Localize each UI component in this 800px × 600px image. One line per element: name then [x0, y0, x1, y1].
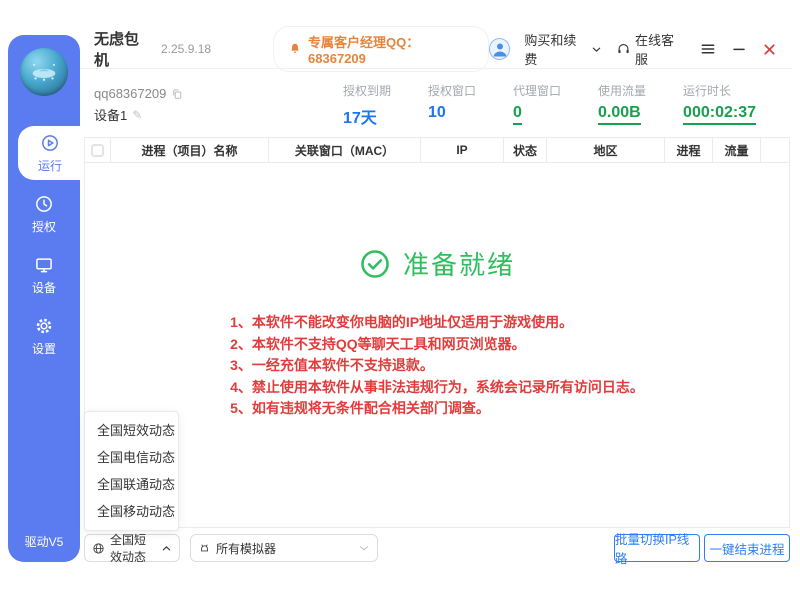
emulator-select[interactable]: 所有模拟器	[190, 534, 378, 562]
warning-item: 1、本软件不能改变你电脑的IP地址仅适用于游戏使用。	[230, 312, 644, 334]
copy-icon[interactable]	[171, 88, 183, 100]
stat-value: 17天	[343, 104, 391, 128]
column-traffic: 流量	[713, 138, 761, 162]
headset-icon	[616, 42, 631, 57]
driver-version-label: 驱动V5	[8, 533, 80, 550]
close-button[interactable]	[761, 41, 778, 58]
stat-value[interactable]: 000:02:37	[683, 104, 756, 125]
menu-item-mobile-dynamic[interactable]: 全国移动动态	[85, 498, 178, 525]
chevron-down-icon	[358, 542, 370, 554]
online-support-button[interactable]: 在线客服	[616, 30, 685, 68]
warning-list: 1、本软件不能改变你电脑的IP地址仅适用于游戏使用。 2、本软件不支持QQ等聊天…	[230, 312, 644, 420]
gear-icon	[34, 316, 54, 336]
column-process-name: 进程（项目）名称	[111, 138, 269, 162]
buy-renew-label: 购买和续费	[524, 30, 587, 68]
table-header: 进程（项目）名称 关联窗口（MAC） IP 状态 地区 进程 流量	[85, 138, 789, 163]
app-title: 无虑包机	[94, 28, 153, 70]
play-circle-icon	[40, 133, 60, 153]
sidebar-item-devices[interactable]: 设备	[8, 248, 80, 302]
sidebar-item-license[interactable]: 授权	[8, 187, 80, 241]
qq-notice: 专属客户经理QQ：68367209	[273, 26, 489, 72]
sidebar-item-label: 设备	[32, 279, 56, 296]
sidebar-item-run[interactable]: 运行	[18, 126, 82, 180]
warning-item: 5、如有违规将无条件配合相关部门调查。	[230, 398, 644, 420]
globe-icon	[92, 542, 105, 555]
buy-renew-button[interactable]: 购买和续费	[524, 30, 602, 68]
menu-item-short-dynamic[interactable]: 全国短效动态	[85, 417, 178, 444]
column-extra	[761, 138, 789, 162]
column-ip: IP	[421, 138, 504, 162]
minimize-button[interactable]	[731, 41, 747, 57]
sidebar-item-label: 授权	[32, 218, 56, 235]
stat-value[interactable]: 0	[513, 104, 522, 125]
avatar[interactable]	[489, 38, 510, 60]
sidebar-nav: 运行 授权 设备 设置	[8, 126, 80, 370]
line-select[interactable]: 全国短效动态	[84, 534, 180, 562]
column-process: 进程	[665, 138, 713, 162]
switch-ip-button[interactable]: 批量切换IP线路	[614, 534, 700, 562]
stat-value[interactable]: 0.00B	[598, 104, 641, 125]
stat-value: 10	[428, 104, 476, 122]
emulator-select-value: 所有模拟器	[216, 540, 276, 557]
qq-notice-text: 专属客户经理QQ：68367209	[308, 32, 474, 66]
titlebar: 无虑包机 2.25.9.18 专属客户经理QQ：68367209 购买和续费	[80, 30, 792, 69]
stat-bar: qq68367209 设备1 ✎ 授权到期 17天 授权窗口 10	[80, 69, 792, 135]
stat-license-expiry: 授权到期 17天	[343, 82, 391, 128]
column-window-mac: 关联窗口（MAC）	[269, 138, 421, 162]
line-select-menu: 全国短效动态 全国电信动态 全国联通动态 全国移动动态	[84, 411, 179, 531]
stat-proxy-windows: 代理窗口 0	[513, 82, 561, 128]
process-table: 进程（项目）名称 关联窗口（MAC） IP 状态 地区 进程 流量 准备就绪 1…	[84, 137, 790, 528]
sidebar-item-label: 设置	[32, 340, 56, 357]
menu-item-telecom-dynamic[interactable]: 全国电信动态	[85, 444, 178, 471]
edit-pencil-icon[interactable]: ✎	[132, 108, 142, 122]
account-info: qq68367209 设备1 ✎	[94, 86, 183, 124]
menu-button[interactable]	[699, 40, 717, 58]
app-version: 2.25.9.18	[161, 42, 211, 56]
ready-status: 准备就绪	[85, 245, 789, 282]
header-checkbox-cell	[85, 138, 111, 162]
warning-item: 4、禁止使用本软件从事非法违规行为，系统会记录所有访问日志。	[230, 377, 644, 399]
menu-item-unicom-dynamic[interactable]: 全国联通动态	[85, 471, 178, 498]
warning-item: 3、一经充值本软件不支持退款。	[230, 355, 644, 377]
online-support-label: 在线客服	[635, 30, 685, 68]
ready-status-text: 准备就绪	[403, 245, 515, 282]
column-region: 地区	[547, 138, 665, 162]
bell-icon	[288, 42, 302, 56]
end-process-button[interactable]: 一键结束进程	[704, 534, 790, 562]
titlebar-controls: 购买和续费 在线客服	[489, 30, 778, 68]
account-id: qq68367209	[94, 86, 166, 101]
emulator-icon	[198, 542, 211, 555]
stat-traffic-used: 使用流量 0.00B	[598, 82, 646, 128]
chevron-up-icon	[161, 543, 172, 554]
line-select-value: 全国短效动态	[110, 531, 156, 565]
app-logo	[20, 48, 68, 96]
monitor-icon	[34, 255, 54, 275]
sidebar-item-label: 运行	[38, 157, 62, 174]
clock-icon	[34, 194, 54, 214]
bottom-bar: 全国短效动态 所有模拟器 批量切换IP线路 一键结束	[84, 534, 790, 562]
check-circle-icon	[359, 248, 391, 280]
column-status: 状态	[504, 138, 547, 162]
sidebar: 运行 授权 设备 设置	[8, 35, 80, 562]
select-all-checkbox[interactable]	[91, 144, 104, 157]
stat-license-windows: 授权窗口 10	[428, 82, 476, 128]
ufo-icon	[27, 55, 61, 89]
stats: 授权到期 17天 授权窗口 10 代理窗口 0 使用流量 0.00B 运行时长 …	[343, 82, 778, 128]
chevron-down-icon	[591, 44, 602, 55]
stat-run-time: 运行时长 000:02:37	[683, 82, 756, 128]
sidebar-item-settings[interactable]: 设置	[8, 309, 80, 363]
warning-item: 2、本软件不支持QQ等聊天工具和网页浏览器。	[230, 334, 644, 356]
device-name: 设备1	[94, 105, 127, 124]
main-area: 无虑包机 2.25.9.18 专属客户经理QQ：68367209 购买和续费	[80, 30, 792, 562]
